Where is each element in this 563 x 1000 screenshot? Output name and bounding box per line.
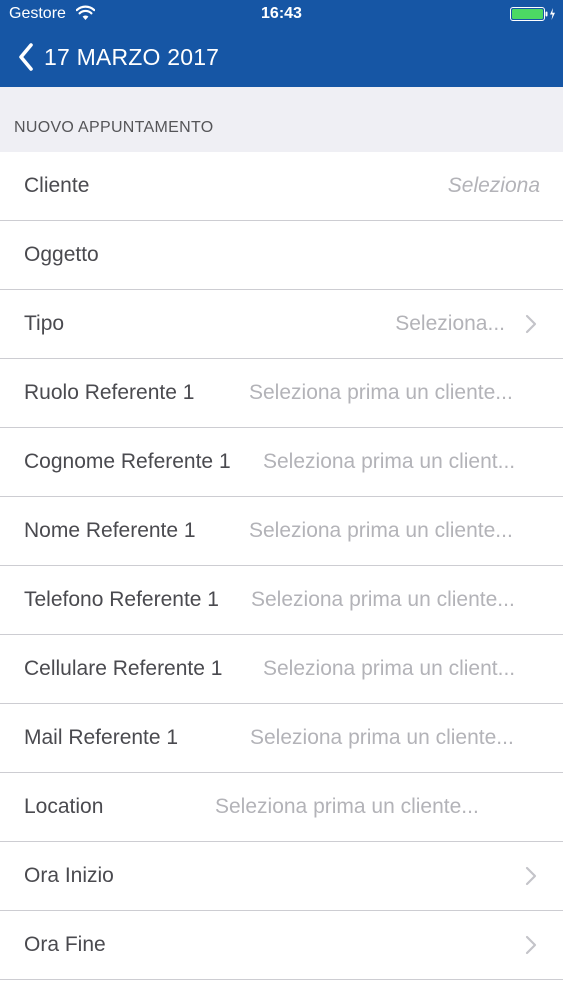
row-label: Cliente [24, 174, 90, 197]
form-list: Cliente Seleziona Oggetto Tipo Seleziona… [0, 152, 563, 980]
chevron-right-icon [525, 314, 537, 334]
row-label: Mail Referente 1 [24, 726, 179, 749]
row-label: Location [24, 795, 104, 818]
row-label: Nome Referente 1 [24, 519, 196, 542]
row-label: Ruolo Referente 1 [24, 381, 195, 404]
row-location[interactable]: Location Seleziona prima un cliente... [0, 773, 563, 842]
row-value: Seleziona [447, 174, 540, 197]
status-bar: Gestore 16:43 [0, 0, 563, 28]
row-ora-fine[interactable]: Ora Fine [0, 911, 563, 980]
charging-icon [550, 8, 555, 20]
row-nome-referente[interactable]: Nome Referente 1 Seleziona prima un clie… [0, 497, 563, 566]
row-value: Seleziona prima un cliente... [251, 588, 515, 611]
row-oggetto[interactable]: Oggetto [0, 221, 563, 290]
section-title: NUOVO APPUNTAMENTO [14, 119, 214, 136]
row-ruolo-referente[interactable]: Ruolo Referente 1 Seleziona prima un cli… [0, 359, 563, 428]
row-value: Seleziona... [395, 312, 505, 335]
row-label: Cellulare Referente 1 [24, 657, 223, 680]
row-mail-referente[interactable]: Mail Referente 1 Seleziona prima un clie… [0, 704, 563, 773]
row-label: Oggetto [24, 243, 99, 266]
row-cliente[interactable]: Cliente Seleziona [0, 152, 563, 221]
section-header: NUOVO APPUNTAMENTO [0, 87, 563, 152]
back-button[interactable]: 17 MARZO 2017 [16, 41, 219, 73]
row-value: Seleziona prima un cliente... [249, 381, 513, 404]
row-tipo[interactable]: Tipo Seleziona... [0, 290, 563, 359]
back-label: 17 MARZO 2017 [44, 44, 220, 70]
row-label: Ora Fine [24, 933, 106, 956]
row-cellulare-referente[interactable]: Cellulare Referente 1 Seleziona prima un… [0, 635, 563, 704]
row-value: Seleziona prima un client... [263, 450, 516, 473]
row-value: Seleziona prima un cliente... [215, 795, 479, 818]
row-value: Seleziona prima un cliente... [250, 726, 514, 749]
row-ora-inizio[interactable]: Ora Inizio [0, 842, 563, 911]
row-value: Seleziona prima un cliente... [249, 519, 513, 542]
row-label: Ora Inizio [24, 864, 114, 887]
chevron-left-icon [19, 43, 33, 71]
chevron-right-icon [525, 866, 537, 886]
row-label: Cognome Referente 1 [24, 450, 231, 473]
row-label: Tipo [24, 312, 65, 335]
row-label: Telefono Referente 1 [24, 588, 219, 611]
row-telefono-referente[interactable]: Telefono Referente 1 Seleziona prima un … [0, 566, 563, 635]
battery-icon [510, 7, 555, 21]
row-cognome-referente[interactable]: Cognome Referente 1 Seleziona prima un c… [0, 428, 563, 497]
chevron-right-icon [525, 935, 537, 955]
status-time: 16:43 [261, 5, 302, 22]
navigation-bar: 17 MARZO 2017 [0, 28, 563, 87]
row-value: Seleziona prima un client... [263, 657, 516, 680]
